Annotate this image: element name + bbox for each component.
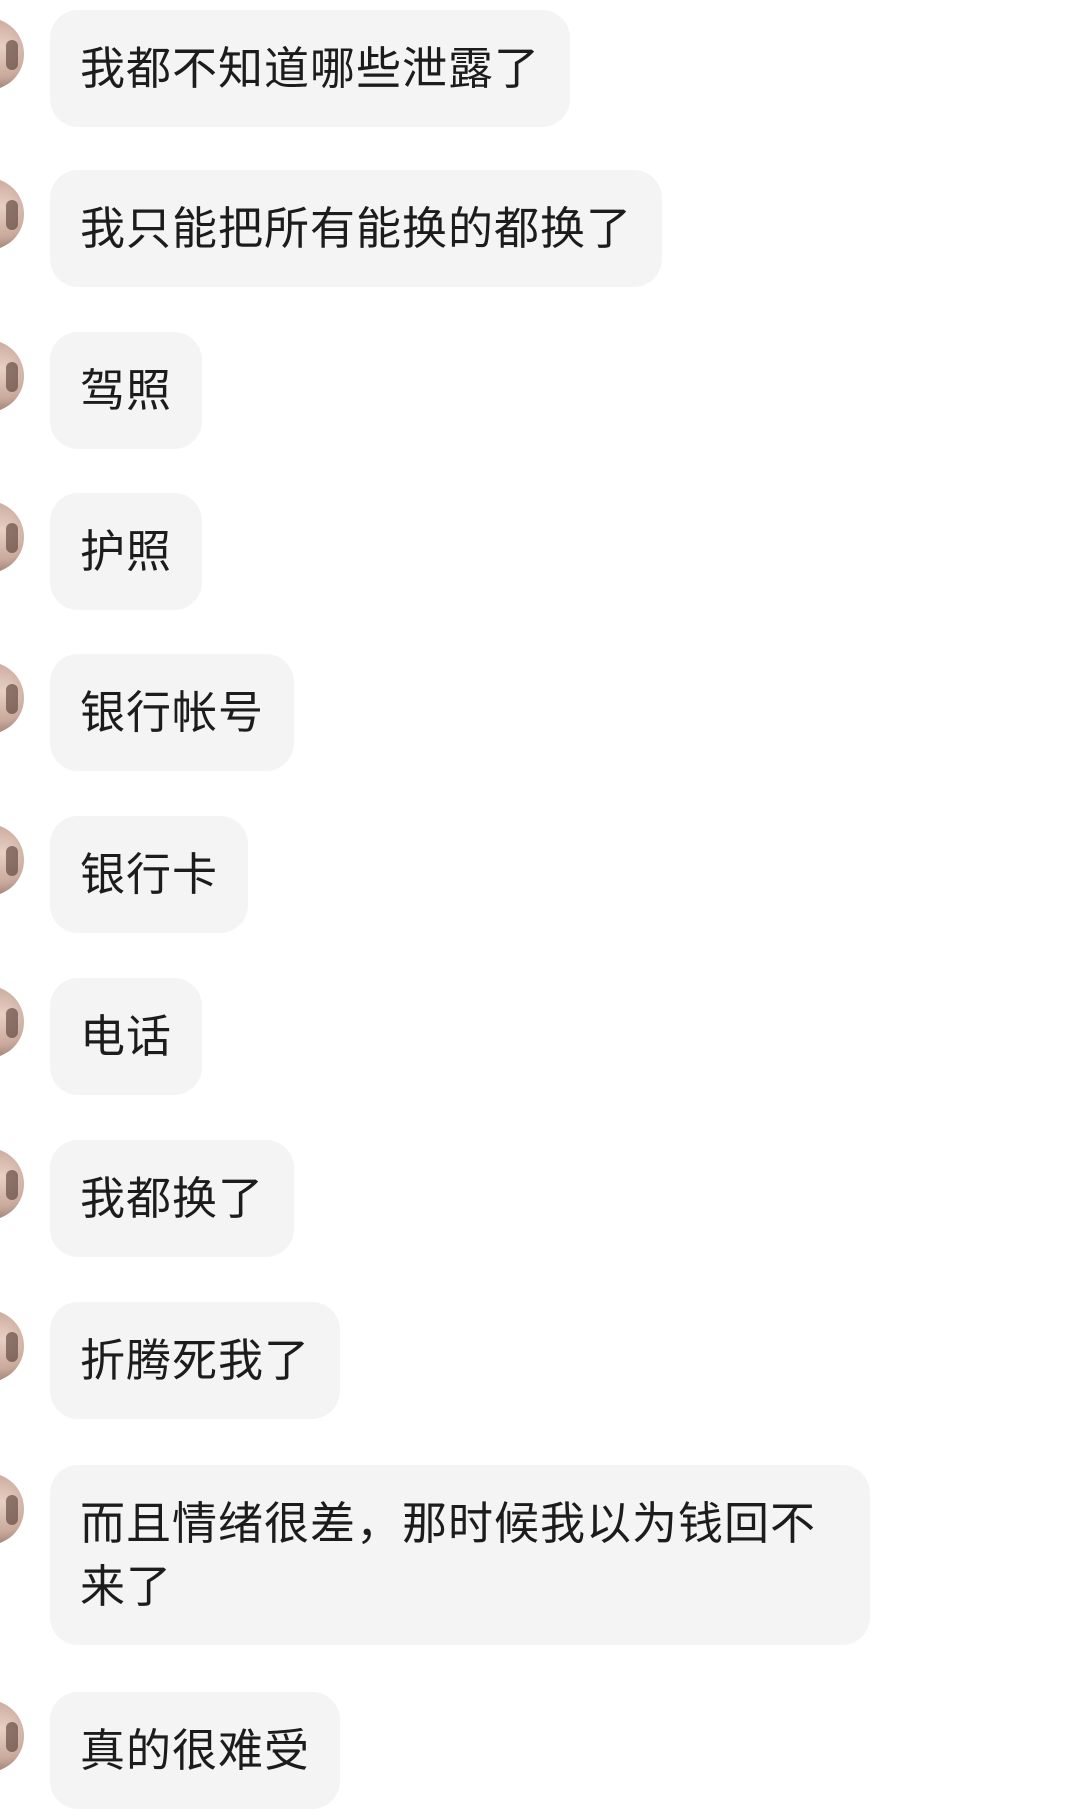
sender-avatar[interactable] xyxy=(0,662,24,734)
message-bubble[interactable]: 银行帐号 xyxy=(50,654,295,771)
message-bubble[interactable]: 我只能把所有能换的都换了 xyxy=(50,170,663,287)
sender-avatar[interactable] xyxy=(0,824,24,896)
message-bubble[interactable]: 真的很难受 xyxy=(50,1692,341,1809)
message-bubble[interactable]: 驾照 xyxy=(50,332,203,449)
sender-avatar[interactable] xyxy=(0,1700,24,1772)
message-bubble[interactable]: 电话 xyxy=(50,978,203,1095)
message-bubble[interactable]: 我都换了 xyxy=(50,1140,295,1257)
sender-avatar[interactable] xyxy=(0,1148,24,1220)
chat-thread: 我都不知道哪些泄露了 我只能把所有能换的都换了 驾照 护照 银行帐号 银行卡 电… xyxy=(0,0,1075,1814)
message-bubble[interactable]: 银行卡 xyxy=(50,816,249,933)
sender-avatar[interactable] xyxy=(0,1473,24,1545)
sender-avatar[interactable] xyxy=(0,178,24,250)
message-bubble[interactable]: 折腾死我了 xyxy=(50,1302,341,1419)
message-bubble[interactable]: 我都不知道哪些泄露了 xyxy=(50,10,571,127)
sender-avatar[interactable] xyxy=(0,18,24,90)
sender-avatar[interactable] xyxy=(0,986,24,1058)
sender-avatar[interactable] xyxy=(0,1310,24,1382)
sender-avatar[interactable] xyxy=(0,340,24,412)
message-bubble[interactable]: 而且情绪很差，那时候我以为钱回不来了 xyxy=(50,1465,870,1645)
sender-avatar[interactable] xyxy=(0,501,24,573)
message-bubble[interactable]: 护照 xyxy=(50,493,203,610)
